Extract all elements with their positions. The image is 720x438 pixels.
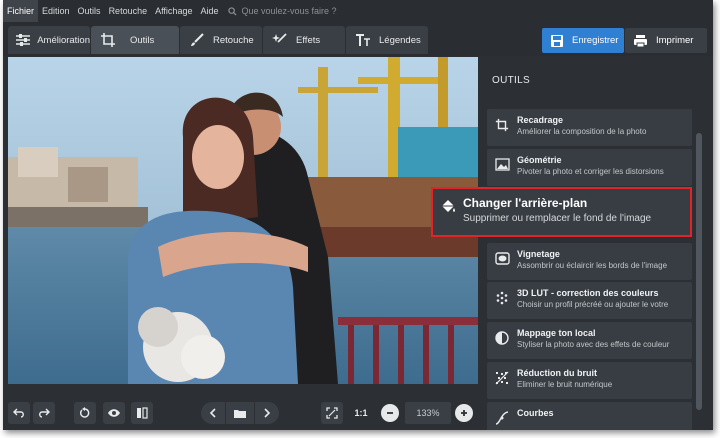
eye-icon: [108, 409, 120, 417]
tool-description: Supprimer ou remplacer le fond de l'imag…: [463, 213, 652, 224]
next-photo-button[interactable]: [255, 402, 279, 424]
tab-label: Légendes: [379, 34, 421, 46]
tab-retouche[interactable]: Retouche: [180, 26, 262, 54]
magic-wand-icon: [270, 30, 290, 50]
zoom-value[interactable]: 133%: [405, 402, 451, 424]
undo-icon: [13, 408, 24, 418]
tool-vignetage[interactable]: Vignetage Assombrir ou éclaircir les bor…: [487, 243, 692, 280]
printer-icon: [634, 34, 647, 47]
tool-name: Réduction du bruit: [517, 368, 597, 378]
menubar: Fichier Edition Outils Retouche Affichag…: [3, 0, 713, 22]
tool-geometrie[interactable]: Géométrie Pivoter la photo et corriger l…: [487, 149, 692, 186]
tool-name: Changer l'arrière-plan: [463, 196, 588, 210]
previous-photo-button[interactable]: [201, 402, 225, 424]
tool-name: Vignetage: [517, 249, 560, 259]
tab-label: Retouche: [213, 34, 254, 46]
lut-icon: [487, 282, 517, 305]
paint-bucket-icon: [433, 189, 463, 214]
zoom-in-button[interactable]: [455, 404, 473, 422]
print-button[interactable]: Imprimer: [625, 28, 707, 53]
rotate-reset-icon: [79, 407, 90, 418]
brush-icon: [187, 30, 207, 50]
app-window: Fichier Edition Outils Retouche Affichag…: [3, 0, 713, 430]
tab-legendes[interactable]: Légendes: [346, 26, 428, 54]
tool-recadrage[interactable]: Recadrage Améliorer la composition de la…: [487, 109, 692, 146]
tab-label: Amélioration: [37, 34, 90, 46]
tool-name: Mappage ton local: [517, 328, 596, 338]
save-icon: [551, 34, 563, 47]
search-placeholder: Que voulez-vous faire ?: [241, 6, 337, 16]
print-label: Imprimer: [656, 35, 694, 46]
actual-size-button[interactable]: 1:1: [349, 402, 373, 424]
folder-icon: [234, 409, 246, 418]
fit-screen-button[interactable]: [321, 402, 343, 424]
undo-button[interactable]: [8, 402, 30, 424]
contrast-icon: [487, 322, 517, 345]
fit-screen-icon: [326, 407, 338, 419]
chevron-right-icon: [264, 408, 271, 418]
menu-affichage[interactable]: Affichage: [151, 0, 196, 22]
search-box[interactable]: Que voulez-vous faire ?: [228, 6, 337, 16]
tool-changer-arriere-plan[interactable]: Changer l'arrière-plan Supprimer ou remp…: [431, 187, 692, 237]
photo-canvas[interactable]: [8, 57, 478, 384]
tab-label: Effets: [296, 34, 321, 46]
compare-icon: [137, 407, 148, 419]
chevron-left-icon: [209, 408, 216, 418]
crop-icon: [487, 109, 517, 132]
tab-label: Outils: [130, 34, 155, 46]
tool-3d-lut[interactable]: 3D LUT - correction des couleurs Choisir…: [487, 282, 692, 319]
tools-panel: OUTILS Recadrage Améliorer la compositio…: [483, 57, 713, 430]
tab-amelioration[interactable]: Amélioration: [8, 26, 90, 54]
noise-icon: [487, 362, 517, 385]
tool-name: Recadrage: [517, 115, 564, 125]
menu-fichier[interactable]: Fichier: [3, 0, 39, 22]
bottom-toolbar: 1:1 133%: [3, 384, 483, 430]
minus-icon: [387, 412, 393, 414]
tool-description: Assombrir ou éclaircir les bords de l'im…: [517, 261, 668, 270]
tool-name: Géométrie: [517, 155, 562, 165]
panel-scrollbar[interactable]: [696, 133, 702, 410]
menu-aide[interactable]: Aide: [196, 0, 222, 22]
tool-description: Choisir un profil précréé ou ajouter le …: [517, 300, 669, 309]
tool-name: Courbes: [517, 408, 554, 418]
compare-button[interactable]: [131, 402, 153, 424]
crop-icon: [98, 30, 118, 50]
curves-icon: [487, 402, 517, 425]
tool-description: Eliminer le bruit numérique: [517, 380, 613, 389]
menu-retouche[interactable]: Retouche: [105, 0, 152, 22]
save-label: Enregistrer: [572, 35, 619, 46]
tool-description: Pivoter la photo et corriger les distors…: [517, 167, 664, 176]
menu-edition[interactable]: Edition: [38, 0, 74, 22]
save-button[interactable]: Enregistrer: [542, 28, 624, 53]
menu-outils[interactable]: Outils: [74, 0, 105, 22]
tab-effets[interactable]: Effets: [263, 26, 345, 54]
tool-description: Styliser la photo avec des effets de cou…: [517, 340, 670, 349]
sliders-icon: [15, 30, 31, 50]
tool-name: 3D LUT - correction des couleurs: [517, 288, 659, 298]
plus-icon: [461, 410, 467, 416]
tool-reduction-du-bruit[interactable]: Réduction du bruit Eliminer le bruit num…: [487, 362, 692, 399]
photo-image: [8, 57, 478, 384]
tool-courbes[interactable]: Courbes: [487, 402, 692, 430]
tab-outils[interactable]: Outils: [91, 26, 179, 54]
zoom-out-button[interactable]: [381, 404, 399, 422]
image-icon: [487, 149, 517, 171]
vignette-icon: [487, 243, 517, 265]
panel-title: OUTILS: [492, 75, 530, 86]
tool-mappage-ton-local[interactable]: Mappage ton local Styliser la photo avec…: [487, 322, 692, 359]
redo-icon: [39, 408, 50, 418]
tool-description: Améliorer la composition de la photo: [517, 127, 647, 136]
text-icon: [353, 30, 373, 50]
redo-button[interactable]: [33, 402, 55, 424]
open-folder-button[interactable]: [226, 402, 254, 424]
reset-button[interactable]: [74, 402, 96, 424]
search-icon: [228, 6, 237, 16]
preview-button[interactable]: [103, 402, 125, 424]
